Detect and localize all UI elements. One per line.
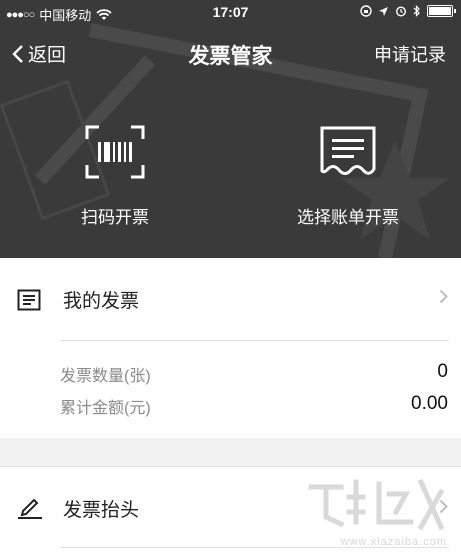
watermark-url: www.xiazaiba.com <box>340 536 447 548</box>
my-invoices-row[interactable]: 我的发票 <box>0 258 461 340</box>
alarm-icon <box>395 6 407 17</box>
header-banner: ●●●○○ 中国移动 17:07 返回 发票管家 申请记录 扫码开票 选择账单开… <box>0 0 461 258</box>
application-records-button[interactable]: 申请记录 <box>374 41 446 67</box>
total-amount-value: 0.00 <box>411 393 448 414</box>
location-icon <box>379 6 388 16</box>
invoice-count-label: 发票数量(张) <box>60 368 151 385</box>
select-bill-invoice-label: 选择账单开票 <box>297 208 399 227</box>
battery-icon <box>427 5 456 17</box>
total-amount-label: 累计金额(元) <box>60 400 151 417</box>
invoice-list-icon <box>17 289 41 311</box>
rotation-lock-icon <box>360 5 372 17</box>
total-amount-row: 累计金额(元) 0.00 <box>60 393 448 418</box>
barcode-scan-icon <box>85 125 145 179</box>
invoice-count-row: 发票数量(张) 0 <box>60 361 448 386</box>
navigation-bar: 返回 发票管家 申请记录 <box>0 34 461 74</box>
receipt-icon <box>320 126 376 175</box>
bluetooth-icon <box>413 5 420 17</box>
divider <box>60 340 449 341</box>
scan-invoice-label: 扫码开票 <box>81 208 149 227</box>
invoice-header-label: 发票抬头 <box>63 500 140 521</box>
select-bill-invoice-button[interactable]: 选择账单开票 <box>258 125 438 228</box>
invoice-count-value: 0 <box>437 361 448 382</box>
chevron-right-icon <box>439 289 448 304</box>
my-invoices-card: 我的发票 发票数量(张) 0 累计金额(元) 0.00 <box>0 258 461 438</box>
pencil-icon <box>18 498 42 519</box>
scan-invoice-button[interactable]: 扫码开票 <box>25 125 205 228</box>
status-bar: ●●●○○ 中国移动 17:07 <box>0 0 461 26</box>
my-invoices-label: 我的发票 <box>63 291 140 312</box>
